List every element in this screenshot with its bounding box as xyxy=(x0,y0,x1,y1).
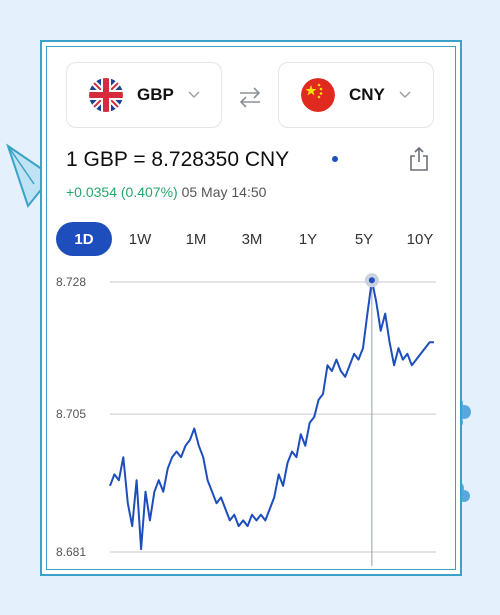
tab-1y[interactable]: 1Y xyxy=(280,222,336,256)
tab-3m[interactable]: 3M xyxy=(224,222,280,256)
tab-10y[interactable]: 10Y xyxy=(392,222,448,256)
tab-1m[interactable]: 1M xyxy=(168,222,224,256)
change-timestamp: 05 May 14:50 xyxy=(181,184,267,200)
to-currency-code: CNY xyxy=(349,85,385,104)
uk-flag-icon xyxy=(89,78,123,112)
from-currency-selector[interactable]: GBP xyxy=(66,62,222,128)
change-value: +0.0354 (0.407%) xyxy=(66,184,178,200)
swap-icon[interactable] xyxy=(238,86,262,108)
share-icon[interactable] xyxy=(408,146,430,172)
converter-card: GBP CNY 1 GBP = 8.728350 CNY +0.0354 (0.… xyxy=(40,40,462,576)
tab-1w[interactable]: 1W xyxy=(112,222,168,256)
china-flag-icon xyxy=(301,78,335,112)
highlight-point xyxy=(368,277,375,284)
chevron-down-icon xyxy=(399,91,411,99)
rate-chart[interactable]: 8.728 8.705 8.681 xyxy=(42,264,460,574)
y-tick-label: 8.728 xyxy=(56,275,86,289)
chevron-down-icon xyxy=(188,91,200,99)
tab-1d[interactable]: 1D xyxy=(56,222,112,256)
to-currency-selector[interactable]: CNY xyxy=(278,62,434,128)
from-currency-code: GBP xyxy=(137,85,174,104)
rate-change: +0.0354 (0.407%) 05 May 14:50 xyxy=(66,184,266,200)
y-tick-label: 8.681 xyxy=(56,545,86,559)
y-tick-label: 8.705 xyxy=(56,407,86,421)
tab-5y[interactable]: 5Y xyxy=(336,222,392,256)
exchange-rate: 1 GBP = 8.728350 CNY xyxy=(66,148,290,171)
period-tabs: 1D 1W 1M 3M 1Y 5Y 10Y xyxy=(56,222,448,256)
live-indicator-dot xyxy=(332,156,338,162)
